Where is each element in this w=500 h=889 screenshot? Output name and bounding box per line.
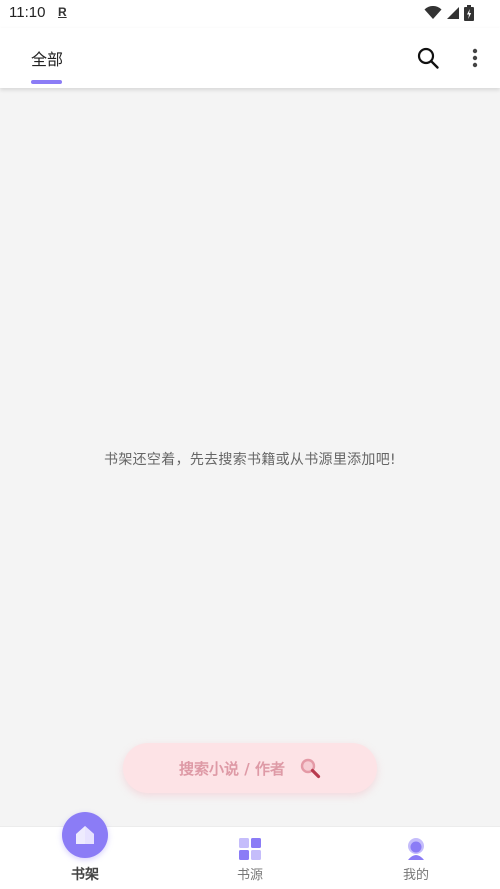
status-time: 11:10 (9, 4, 46, 21)
wifi-icon (424, 6, 442, 19)
top-app-bar: 全部 (0, 28, 500, 88)
status-icons (424, 5, 474, 21)
status-r-indicator: R (58, 5, 67, 19)
nav-item-book-source[interactable]: 书源 (195, 827, 305, 889)
nav-label-book-source: 书源 (236, 868, 263, 883)
screen: 11:10 R 全部 书架还空着，先去搜索书籍或从书源里添加吧! 搜索小说 / … (0, 0, 500, 889)
more-vert-icon (472, 48, 478, 68)
bottom-navigation: 书架 书源 我的 (0, 812, 500, 889)
grid-icon (239, 838, 261, 860)
search-pill-label: 搜索小说 / 作者 (179, 759, 285, 778)
home-icon (76, 826, 94, 844)
status-bar: 11:10 R (0, 0, 500, 28)
nav-item-profile[interactable]: 我的 (361, 827, 471, 889)
signal-icon (447, 7, 459, 19)
magnifier-icon (300, 758, 321, 779)
search-button[interactable] (416, 46, 440, 70)
home-icon-circle (62, 812, 108, 858)
search-icon (417, 47, 439, 69)
more-options-button[interactable] (466, 46, 484, 70)
battery-icon (464, 5, 474, 21)
empty-shelf-message: 书架还空着，先去搜索书籍或从书源里添加吧! (104, 452, 396, 468)
profile-icon (408, 838, 424, 860)
nav-item-bookshelf[interactable]: 书架 (30, 812, 140, 889)
tab-all[interactable]: 全部 (31, 46, 63, 70)
tab-indicator (31, 80, 62, 84)
nav-label-profile: 我的 (402, 868, 429, 883)
nav-label-bookshelf: 书架 (71, 867, 99, 883)
search-novel-button[interactable]: 搜索小说 / 作者 (123, 743, 377, 793)
